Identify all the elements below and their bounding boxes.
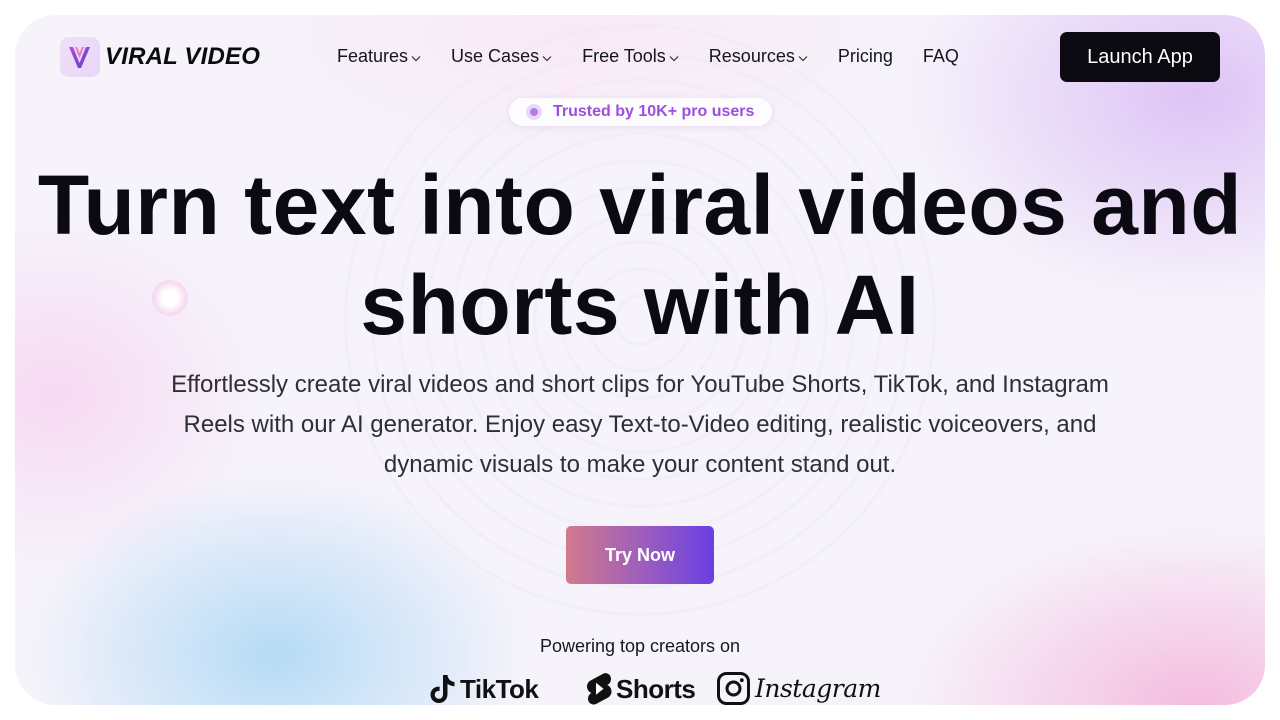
instagram-logo: Instagram <box>717 672 881 705</box>
platform-label: Shorts <box>616 673 696 704</box>
platform-logos: TikTok Shorts Instagram <box>15 670 1265 705</box>
v-logo-icon <box>60 37 100 77</box>
youtube-shorts-icon <box>587 673 612 705</box>
page-frame: VIRAL VIDEO Features Use Cases Free Tool… <box>15 15 1265 705</box>
nav-item-faq[interactable]: FAQ <box>923 46 959 67</box>
top-navbar: VIRAL VIDEO Features Use Cases Free Tool… <box>15 15 1265 99</box>
platform-label: Instagram <box>755 674 881 703</box>
nav-item-pricing[interactable]: Pricing <box>838 46 893 67</box>
tiktok-icon <box>430 675 455 703</box>
tiktok-logo: TikTok <box>428 673 539 705</box>
chevron-down-icon <box>542 55 552 61</box>
brand-logo-link[interactable]: VIRAL VIDEO <box>60 37 260 77</box>
try-now-button[interactable]: Try Now <box>566 526 714 584</box>
hero-headline-line-1: Turn text into viral videos and <box>37 158 1243 252</box>
nav-item-label: FAQ <box>922 46 959 66</box>
dot-icon <box>526 104 542 120</box>
platforms-caption: Powering top creators on <box>539 636 741 656</box>
hero-subtext: Effortlessly create viral videos and sho… <box>171 371 1109 478</box>
trust-badge-text: Trusted by 10K+ pro users <box>553 103 755 120</box>
hero-headline-line-2: shorts with AI <box>360 258 920 352</box>
hero-headline: Turn text into viral videos and shorts w… <box>15 155 1265 355</box>
nav-item-features[interactable]: Features <box>337 46 421 67</box>
chevron-down-icon <box>798 55 808 61</box>
instagram-icon <box>717 672 750 705</box>
nav-item-label: Use Cases <box>451 46 540 66</box>
platform-label: TikTok <box>460 673 539 704</box>
nav-item-free-tools[interactable]: Free Tools <box>582 46 679 67</box>
nav-item-label: Features <box>337 46 409 66</box>
brand-name: VIRAL VIDEO <box>105 43 261 70</box>
youtube-shorts-logo: Shorts <box>584 672 696 705</box>
nav-item-label: Pricing <box>837 46 893 66</box>
nav-item-label: Free Tools <box>582 46 666 66</box>
launch-app-button[interactable]: Launch App <box>1060 32 1220 82</box>
chevron-down-icon <box>411 55 421 61</box>
chevron-down-icon <box>669 55 679 61</box>
nav-item-use-cases[interactable]: Use Cases <box>451 46 552 67</box>
trust-badge: Trusted by 10K+ pro users <box>509 98 772 126</box>
nav-item-label: Resources <box>708 46 795 66</box>
main-menu: Features Use Cases Free Tools Resources … <box>337 46 989 67</box>
nav-item-resources[interactable]: Resources <box>709 46 808 67</box>
